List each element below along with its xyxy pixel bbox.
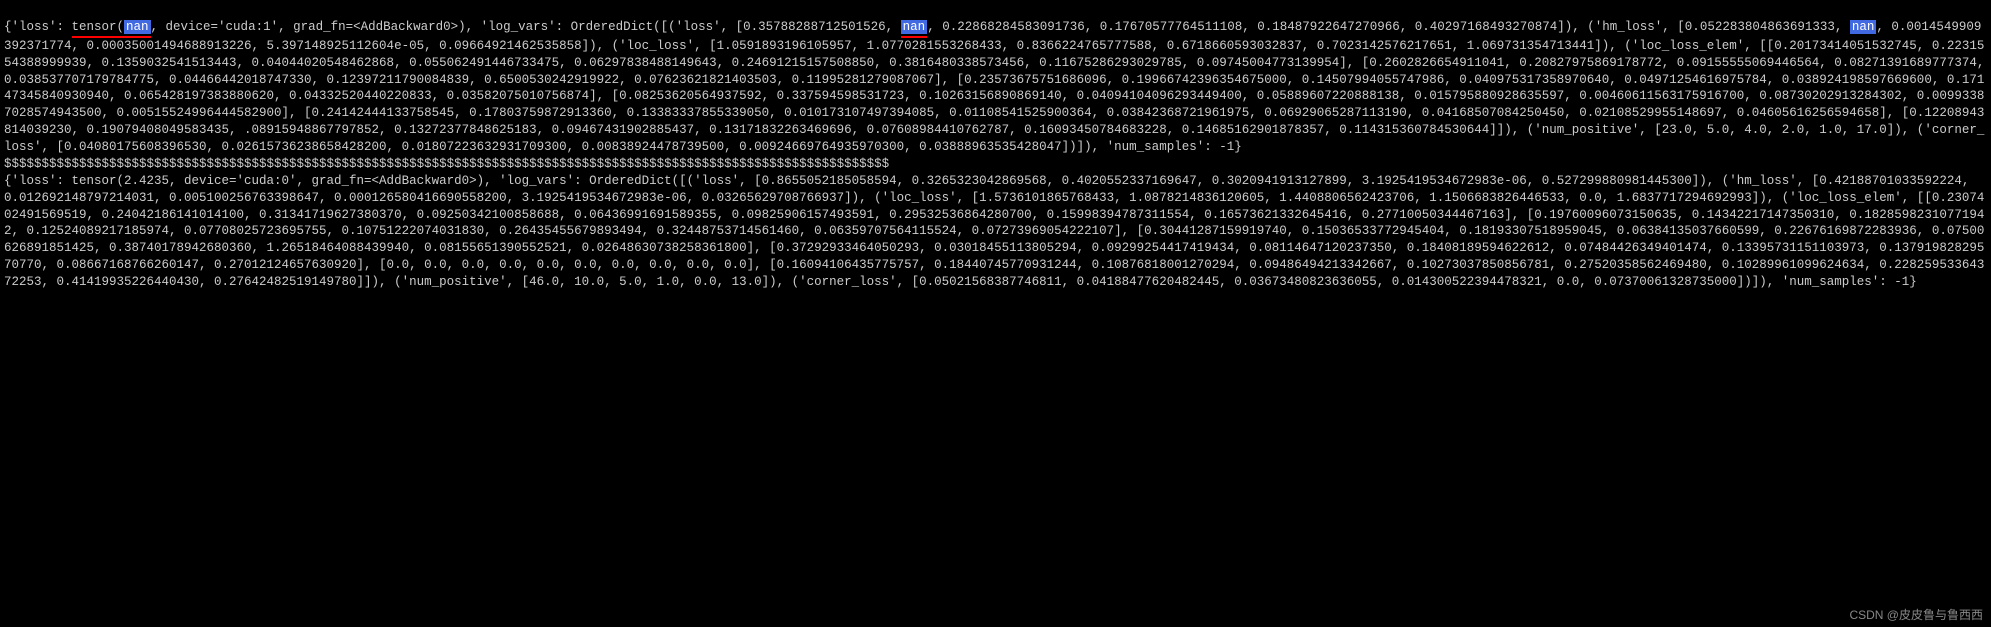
nan-highlight-1: nan [124,20,151,34]
nan-underline-2: nan [901,19,928,38]
terminal-output: {'loss': tensor(nan, device='cuda:1', gr… [4,2,1987,291]
tensor-highlight: tensor(nan [72,19,151,38]
nan-highlight-2: nan [901,20,928,34]
block2-text: {'loss': tensor(2.4235, device='cuda:0',… [4,174,1984,289]
block1-text: {'loss': tensor(nan, device='cuda:1', gr… [4,20,1991,154]
csdn-watermark: CSDN @皮皮鲁与鲁西西 [1849,607,1983,623]
nan-highlight-3: nan [1850,20,1877,34]
separator-line: $$$$$$$$$$$$$$$$$$$$$$$$$$$$$$$$$$$$$$$$… [4,157,889,171]
